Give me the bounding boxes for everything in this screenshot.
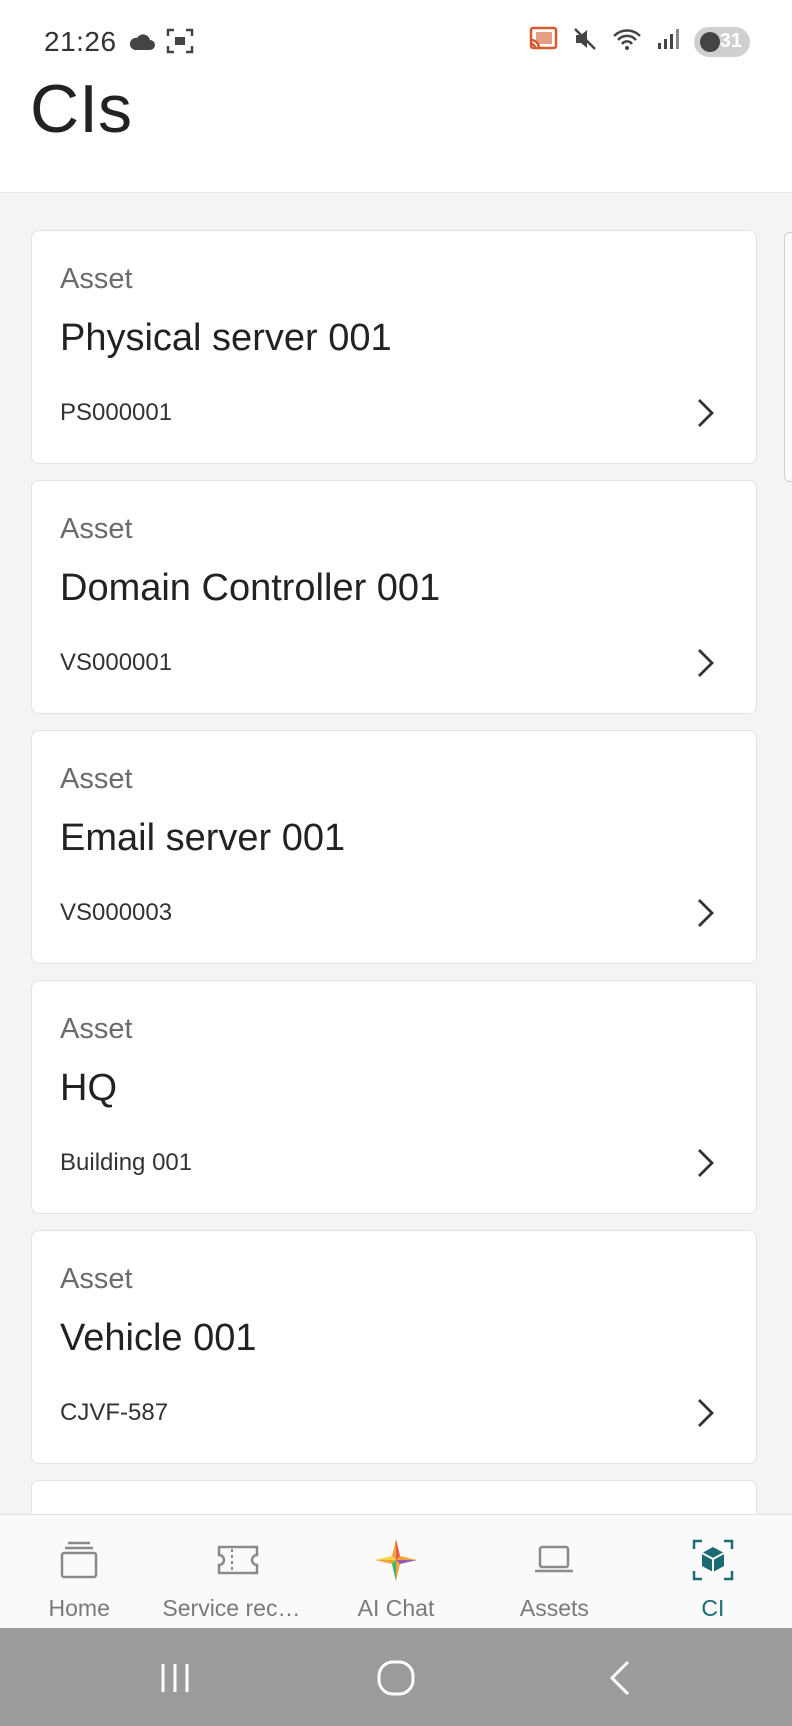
laptop-icon — [535, 1545, 574, 1573]
card-type: Asset — [60, 763, 133, 795]
card-name: HQ — [60, 1067, 117, 1109]
card-name: Email server 001 — [60, 817, 346, 859]
ci-card-3[interactable]: Asset Email server 001 VS000003 — [31, 730, 757, 964]
chevron-right-icon — [698, 1149, 714, 1177]
ticket-icon — [217, 1545, 258, 1575]
card-name: Domain Controller 001 — [60, 567, 441, 609]
cast-icon — [528, 26, 558, 57]
screen: 21:26 31 CIs Asset Physical server 001 P… — [0, 0, 792, 1726]
battery-icon: 31 — [694, 26, 750, 57]
wifi-icon — [612, 26, 642, 57]
chevron-right-icon — [698, 899, 714, 927]
status-left-icons — [128, 28, 194, 59]
card-code: VS000003 — [60, 899, 173, 926]
card-code: PS000001 — [60, 399, 173, 426]
nav-label: AI Chat — [357, 1595, 435, 1621]
ci-cube-icon — [692, 1539, 734, 1581]
card-code: CJVF-587 — [60, 1399, 169, 1426]
status-time: 21:26 — [44, 26, 117, 57]
card-type: Asset — [60, 1013, 133, 1045]
page-title: CIs — [30, 71, 132, 147]
battery-level: 31 — [719, 30, 742, 52]
header: 21:26 31 CIs — [0, 0, 792, 193]
card-code: VS000001 — [60, 649, 173, 676]
card-type: Asset — [60, 513, 133, 545]
card-code: Building 001 — [60, 1149, 193, 1176]
nav-ai-chat[interactable]: AI Chat — [317, 1515, 475, 1629]
status-right-icons: 31 — [528, 26, 750, 57]
card-name: Physical server 001 — [60, 317, 392, 359]
ci-card-1[interactable]: Asset Physical server 001 PS000001 — [31, 230, 757, 464]
home-button[interactable] — [374, 1658, 418, 1698]
chevron-right-icon — [698, 399, 714, 427]
system-nav — [0, 1628, 792, 1726]
chevron-right-icon — [698, 1399, 714, 1427]
nav-ci[interactable]: CI — [634, 1515, 792, 1629]
nav-service-records[interactable]: Service recor... — [158, 1515, 316, 1629]
recents-button[interactable] — [153, 1658, 197, 1698]
bottom-nav: Home Service recor... AI Chat Assets CI — [0, 1514, 792, 1629]
nav-label: Service recor... — [162, 1595, 316, 1621]
signal-icon — [656, 27, 680, 56]
ci-card-5[interactable]: Asset Vehicle 001 CJVF-587 — [31, 1230, 757, 1464]
back-button[interactable] — [600, 1658, 644, 1698]
chevron-right-icon — [698, 649, 714, 677]
ci-list: Asset Physical server 001 PS000001 Asset… — [31, 230, 757, 1480]
battery-bolt-icon — [700, 31, 720, 52]
cloud-icon — [128, 30, 156, 57]
nav-home[interactable]: Home — [0, 1515, 158, 1629]
mute-icon — [572, 26, 598, 57]
card-type: Asset — [60, 1263, 133, 1295]
ci-card-4[interactable]: Asset HQ Building 001 — [31, 980, 757, 1214]
home-stack-icon — [60, 1541, 98, 1579]
screenshot-icon — [166, 28, 194, 59]
scrollbar[interactable] — [784, 232, 792, 482]
nav-label: Home — [48, 1595, 110, 1621]
card-name: Vehicle 001 — [60, 1317, 257, 1359]
nav-label: Assets — [519, 1595, 589, 1621]
ci-card-2[interactable]: Asset Domain Controller 001 VS000001 — [31, 480, 757, 714]
nav-assets[interactable]: Assets — [475, 1515, 633, 1629]
nav-label: CI — [701, 1595, 725, 1621]
card-type: Asset — [60, 263, 133, 295]
ai-sparkle-icon — [375, 1539, 418, 1581]
